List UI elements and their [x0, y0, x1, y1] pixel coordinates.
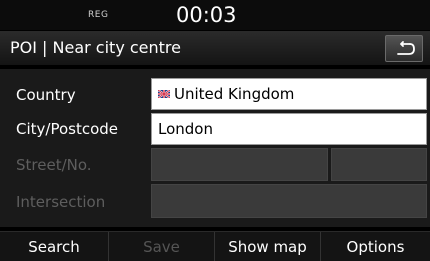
back-button[interactable]	[385, 35, 423, 62]
reg-indicator: REG	[88, 10, 109, 20]
show-map-button[interactable]: Show map	[215, 232, 321, 261]
title-bar: POI | Near city centre	[0, 31, 430, 65]
back-arrow-icon	[397, 41, 415, 55]
status-bar: REG 00:03	[0, 0, 430, 30]
search-button[interactable]: Search	[0, 232, 109, 261]
save-button: Save	[109, 232, 215, 261]
uk-flag-icon	[158, 90, 170, 98]
country-label: Country	[16, 86, 76, 104]
street-field	[151, 148, 328, 181]
intersection-field	[151, 184, 427, 218]
options-button[interactable]: Options	[321, 232, 430, 261]
intersection-label: Intersection	[16, 193, 106, 211]
address-form: Country United Kingdom City/Postcode Lon…	[0, 69, 430, 227]
house-number-field	[331, 148, 427, 181]
bottom-toolbar: Search Save Show map Options	[0, 231, 430, 261]
country-field[interactable]: United Kingdom	[151, 78, 427, 110]
city-value: London	[158, 120, 213, 138]
city-label: City/Postcode	[16, 120, 119, 138]
clock: 00:03	[176, 3, 237, 27]
country-value: United Kingdom	[174, 85, 295, 103]
page-title: POI | Near city centre	[10, 38, 181, 57]
street-label: Street/No.	[16, 156, 92, 174]
city-field[interactable]: London	[151, 113, 427, 145]
